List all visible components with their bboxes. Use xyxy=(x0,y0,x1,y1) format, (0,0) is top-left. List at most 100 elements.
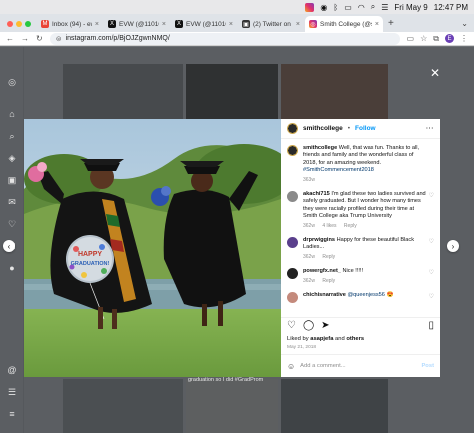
caption-comment: smithcollege Well, that was fun. Thanks … xyxy=(287,145,434,184)
explore-icon[interactable]: ◈ xyxy=(7,153,17,163)
like-comment-heart-icon[interactable]: ♡ xyxy=(429,239,434,246)
liked-by-others[interactable]: others xyxy=(346,336,364,342)
reply-button[interactable]: Reply xyxy=(322,254,335,260)
close-modal-icon[interactable]: ✕ xyxy=(430,66,440,80)
minimize-window-button[interactable] xyxy=(16,21,22,27)
reels-icon[interactable]: ▣ xyxy=(7,175,17,185)
browser-tab-twitter-sub[interactable]: ▣ (2) Twitter on Sub × xyxy=(238,16,304,32)
instagram-menubar-icon[interactable] xyxy=(305,2,315,12)
home-icon[interactable]: ⌂ xyxy=(7,109,17,119)
comment-time[interactable]: 362w xyxy=(303,223,315,229)
close-window-button[interactable] xyxy=(7,21,13,27)
more-menu-icon-2[interactable]: ≡ xyxy=(7,409,17,419)
comment-time[interactable]: 362w xyxy=(303,254,315,260)
close-tab-icon[interactable]: × xyxy=(162,21,166,28)
reload-icon[interactable]: ↻ xyxy=(36,34,43,43)
tab-search-icon[interactable]: ⌄ xyxy=(461,19,468,28)
post-comment-button[interactable]: Post xyxy=(421,363,434,369)
control-center-icon[interactable]: ☰ xyxy=(381,3,388,12)
post-author-username[interactable]: smithcollege xyxy=(303,125,343,132)
address-bar[interactable]: ⊜ instagram.com/p/BjOJZgwnNMQ/ xyxy=(49,32,400,45)
like-heart-icon[interactable]: ♡ xyxy=(287,320,296,331)
background-post-tile[interactable] xyxy=(186,64,278,120)
avatar[interactable] xyxy=(287,123,298,134)
share-icon[interactable]: ➤ xyxy=(321,320,329,331)
record-icon[interactable]: ◉ xyxy=(320,3,327,12)
reply-button[interactable]: Reply xyxy=(322,278,335,284)
comment-icon[interactable]: ◯ xyxy=(303,320,314,331)
avatar[interactable] xyxy=(287,191,298,203)
extensions-icon[interactable]: ⧉ xyxy=(433,34,439,44)
browser-tab-strip: M Inbox (94) - ew116 × X EVW (@11010ew ×… xyxy=(0,14,474,32)
avatar[interactable] xyxy=(287,145,298,156)
tab-label: Inbox (94) - ew116 xyxy=(52,20,92,28)
menu-kebab-icon[interactable]: ⋮ xyxy=(460,34,468,43)
post-date[interactable]: May 21, 2018 xyxy=(287,345,316,350)
comment-input[interactable]: Add a comment... xyxy=(300,363,345,369)
avatar[interactable] xyxy=(287,237,298,249)
profile-icon[interactable]: ● xyxy=(7,263,17,273)
emoji-picker-icon[interactable]: ☺ xyxy=(287,362,295,371)
comment-hashtag[interactable]: #SmithCommencement2018 xyxy=(303,167,374,173)
comment-username[interactable]: drprwiggins xyxy=(303,237,335,243)
comment-username[interactable]: akachi715 xyxy=(303,191,330,197)
comment-likes[interactable]: 4 likes xyxy=(322,223,336,229)
comment-username[interactable]: chichisnarrative xyxy=(303,292,346,298)
next-post-button[interactable]: › xyxy=(447,240,459,252)
site-info-icon[interactable]: ⊜ xyxy=(56,35,62,43)
search-icon[interactable]: ⌕ xyxy=(371,2,375,12)
previous-post-button[interactable]: ‹ xyxy=(3,240,15,252)
menubar-date[interactable]: Fri May 9 xyxy=(394,3,427,12)
like-comment-heart-icon[interactable]: ♡ xyxy=(429,193,434,200)
background-post-tile[interactable] xyxy=(281,64,388,120)
background-post-tile[interactable] xyxy=(186,379,278,433)
avatar[interactable] xyxy=(287,292,298,304)
cast-icon[interactable]: ▭ xyxy=(407,34,415,43)
more-menu-icon[interactable]: ☰ xyxy=(7,387,17,397)
comment-username[interactable]: smithcollege xyxy=(303,145,337,151)
bookmark-star-icon[interactable]: ☆ xyxy=(420,34,427,43)
like-comment-heart-icon[interactable]: ♡ xyxy=(429,270,434,277)
browser-tab-x-2[interactable]: X EVW (@11010ew × xyxy=(171,16,237,32)
close-tab-icon[interactable]: × xyxy=(95,21,99,28)
messages-icon[interactable]: ✉ xyxy=(7,197,17,207)
browser-tab-gmail[interactable]: M Inbox (94) - ew116 × xyxy=(37,16,103,32)
like-comment-heart-icon[interactable]: ♡ xyxy=(429,294,434,301)
back-icon[interactable]: ← xyxy=(6,34,14,43)
reply-button[interactable]: Reply xyxy=(344,223,357,229)
avatar[interactable] xyxy=(287,268,298,280)
more-options-icon[interactable]: ··· xyxy=(426,125,434,132)
follow-button[interactable]: Follow xyxy=(355,125,376,132)
background-post-tile[interactable] xyxy=(63,379,183,433)
save-bookmark-icon[interactable]: ▯ xyxy=(428,320,434,331)
profile-avatar[interactable]: E xyxy=(445,34,454,43)
wifi-icon[interactable]: ◠ xyxy=(358,3,365,12)
forward-icon[interactable]: → xyxy=(21,34,29,43)
browser-tab-instagram[interactable]: ◎ Smith College (@s × xyxy=(305,16,383,32)
comment-username[interactable]: powergfx.net_ xyxy=(303,268,341,274)
close-tab-icon[interactable]: × xyxy=(229,21,233,28)
bluetooth-icon[interactable]: ᛒ xyxy=(333,3,338,12)
close-tab-icon[interactable]: × xyxy=(296,21,300,28)
close-tab-icon[interactable]: × xyxy=(375,21,379,28)
x-logo-icon: X xyxy=(175,20,183,28)
liked-by-user[interactable]: asapjefa xyxy=(310,336,333,342)
liked-by: Liked by asapjefa and others xyxy=(287,336,364,342)
new-tab-button[interactable]: + xyxy=(384,18,398,32)
battery-icon[interactable]: ▭ xyxy=(344,3,352,12)
menubar-time[interactable]: 12:47 PM xyxy=(434,3,468,12)
background-post-tile[interactable] xyxy=(281,379,388,433)
search-icon[interactable]: ⌕ xyxy=(7,131,17,141)
window-controls xyxy=(4,21,36,32)
threads-icon[interactable]: @ xyxy=(7,365,17,375)
browser-tab-x-1[interactable]: X EVW (@11010ew × xyxy=(104,16,170,32)
instagram-logo-icon[interactable]: ◎ xyxy=(7,77,17,87)
post-photo[interactable]: HAPPY GRADUATION! xyxy=(24,119,281,377)
comment-mention[interactable]: @queenjess56 xyxy=(347,292,384,298)
background-post-tile[interactable] xyxy=(63,64,183,120)
comment-time[interactable]: 363w xyxy=(303,177,315,183)
maximize-window-button[interactable] xyxy=(25,21,31,27)
url-text[interactable]: instagram.com/p/BjOJZgwnNMQ/ xyxy=(66,35,170,42)
comment-time[interactable]: 362w xyxy=(303,278,315,284)
notifications-heart-icon[interactable]: ♡ xyxy=(7,219,17,229)
